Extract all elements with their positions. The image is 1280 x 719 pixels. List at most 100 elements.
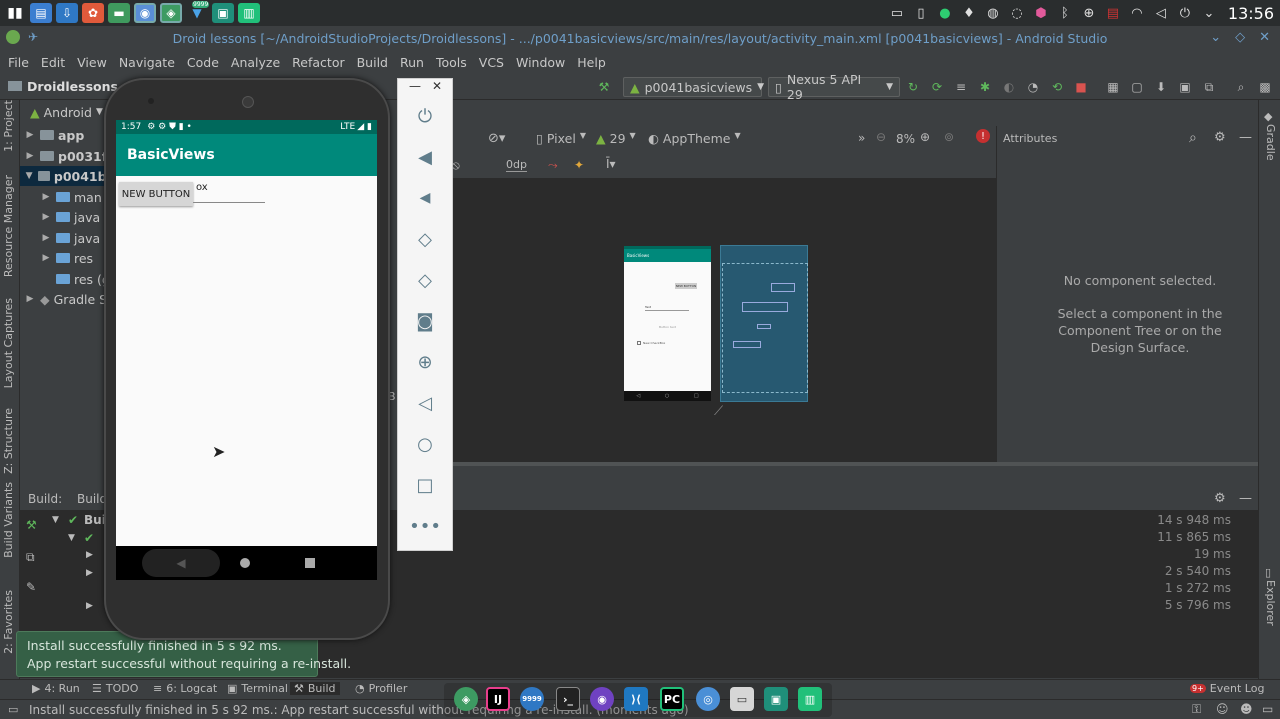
hide-panel-icon[interactable]: —	[1239, 491, 1252, 506]
clear-constraints-icon[interactable]: ⤳	[548, 158, 558, 173]
run-config-select[interactable]: ▲ p0041basicviews ▼	[623, 77, 764, 97]
files-icon[interactable]: ▤	[30, 3, 52, 23]
search-icon[interactable]: ⌕	[1189, 130, 1197, 146]
recents-icon[interactable]	[305, 558, 315, 568]
orientation-icon[interactable]: ⊘▾	[488, 131, 505, 146]
media-player-icon[interactable]: ◉	[590, 687, 614, 711]
collapse-icon[interactable]: ▼	[68, 533, 75, 543]
expand-icon[interactable]: ▶	[86, 601, 93, 611]
tab-device-file-explorer[interactable]: Device File Explorer	[1264, 580, 1280, 680]
tree-item-gradle-scripts[interactable]: ▶ ◆ Gradle S	[24, 289, 108, 309]
tree-item-java-generated[interactable]: ▶ java (	[40, 228, 110, 248]
tab-run[interactable]: ▶ 4: Run	[32, 682, 80, 695]
tab-layout-captures[interactable]: Layout Captures	[2, 298, 15, 388]
tab-build[interactable]: ⚒ Build	[290, 682, 340, 695]
expand-icon[interactable]: ▶	[40, 192, 52, 202]
updates-icon[interactable]: 9999	[520, 687, 544, 711]
infer-constraints-icon[interactable]: ✦	[574, 158, 584, 172]
design-preview[interactable]: BasicViews NEW BUTTON Text Button text N…	[624, 246, 711, 401]
updates-icon[interactable]: ▼ 9999	[186, 1, 210, 23]
tab-structure[interactable]: Z: Structure	[2, 408, 15, 474]
screen-capture-icon[interactable]: ▣	[212, 3, 234, 23]
rotate-left-icon[interactable]: ◇	[412, 226, 438, 252]
sync-gradle-icon[interactable]: ▦	[1105, 79, 1121, 95]
view-options-icon[interactable]: ⦸	[452, 158, 460, 173]
expand-icon[interactable]: ▶	[24, 130, 36, 140]
gradle-icon[interactable]: ◆	[1264, 110, 1272, 123]
device-manager-icon[interactable]: ▣	[1177, 79, 1193, 95]
breadcrumb[interactable]: Droidlessons	[27, 79, 118, 94]
pin-icon[interactable]: ✈	[28, 31, 38, 43]
home-icon[interactable]: ○	[412, 431, 438, 457]
pycharm-green-icon[interactable]: ▥	[238, 3, 260, 23]
gear-icon[interactable]: ⚙	[1214, 491, 1226, 506]
gear-icon[interactable]: ⚙	[1214, 130, 1226, 145]
window-icon[interactable]: ▭	[888, 4, 906, 22]
clipboard-icon[interactable]: ▯	[912, 4, 930, 22]
menu-vcs[interactable]: VCS	[473, 55, 510, 70]
tab-logcat[interactable]: ≡ 6: Logcat	[153, 682, 217, 695]
menu-help[interactable]: Help	[571, 55, 612, 70]
tab-profiler[interactable]: ◔ Profiler	[355, 682, 407, 695]
device-preview-select[interactable]: ▯ Pixel ▼	[536, 131, 586, 146]
tab-todo[interactable]: ☰ TODO	[92, 682, 138, 695]
status-toggle-icon[interactable]: ▭	[8, 703, 18, 716]
expand-icon[interactable]: ▶	[24, 151, 36, 161]
photos-icon[interactable]: ✿	[82, 3, 104, 23]
volume-down-icon[interactable]: ◀	[412, 185, 438, 211]
menu-build[interactable]: Build	[351, 55, 394, 70]
stop-icon[interactable]: ■	[1073, 79, 1089, 95]
android-studio-icon[interactable]: ◈	[454, 687, 478, 711]
panel-splitter[interactable]	[440, 462, 1258, 466]
pycharm-icon[interactable]: PC	[660, 687, 684, 711]
android-studio-icon[interactable]: ◈	[160, 3, 182, 23]
menu-view[interactable]: View	[71, 55, 113, 70]
error-icon[interactable]: !	[976, 129, 990, 143]
back-icon[interactable]: ◀	[142, 549, 220, 577]
volume-up-icon[interactable]: ◀	[412, 144, 438, 170]
blueprint-preview[interactable]	[720, 245, 808, 402]
maximize-icon[interactable]: ◇	[1235, 30, 1245, 45]
zoom-fit-icon[interactable]: ⊚	[944, 130, 954, 144]
updates-tray-icon[interactable]: ⊕	[1080, 4, 1098, 22]
expand-icon[interactable]: ▶	[86, 568, 93, 578]
expand-icon[interactable]: ▶	[86, 550, 93, 560]
tree-item-java[interactable]: ▶ java	[40, 207, 101, 227]
apply-code-changes-icon[interactable]: ⟳	[929, 79, 945, 95]
menu-refactor[interactable]: Refactor	[286, 55, 350, 70]
theme-select[interactable]: ◐ AppTheme ▼	[648, 131, 741, 146]
bluetooth-icon[interactable]: ᛒ	[1056, 4, 1074, 22]
menu-edit[interactable]: Edit	[35, 55, 71, 70]
power-icon[interactable]: ⏻	[1176, 4, 1194, 22]
files-icon[interactable]: ▭	[730, 687, 754, 711]
resize-handle-icon[interactable]: ⟋	[714, 404, 723, 419]
expand-icon[interactable]: ▶	[40, 253, 52, 263]
terminal-icon[interactable]: ›_	[556, 687, 580, 711]
download-icon[interactable]: ⇩	[56, 3, 78, 23]
minimize-emulator-icon[interactable]: —	[409, 79, 421, 93]
avatar-icon[interactable]: ◍	[984, 4, 1002, 22]
folder-icon[interactable]: ▬	[108, 3, 130, 23]
expand-icon[interactable]: ▶	[40, 233, 52, 243]
align-icon[interactable]: Ī▾	[606, 157, 616, 171]
assistant-icon[interactable]: ▩	[1257, 79, 1273, 95]
collapse-icon[interactable]: ▼	[24, 171, 34, 181]
intellij-icon[interactable]: IJ	[486, 687, 510, 711]
tab-favorites[interactable]: 2: Favorites	[2, 590, 15, 654]
vscode-icon[interactable]: ⟩⟨	[624, 687, 648, 711]
layout-inspector-icon[interactable]: ⧉	[1201, 79, 1217, 95]
phone-icon[interactable]: ▯	[1265, 566, 1271, 579]
mic-icon[interactable]: ♦	[960, 4, 978, 22]
profile-icon[interactable]: ◔	[1025, 79, 1041, 95]
chromium-icon[interactable]: ◎	[696, 687, 720, 711]
emulator-new-button[interactable]: NEW BUTTON	[119, 182, 193, 206]
tree-item-res-generated[interactable]: res (g	[52, 269, 110, 289]
zoom-in-icon[interactable]: ⊕	[920, 130, 930, 144]
tree-item-app[interactable]: ▶ app	[24, 125, 85, 145]
menu-navigate[interactable]: Navigate	[113, 55, 181, 70]
pycharm-green-icon[interactable]: ▥	[798, 687, 822, 711]
zoom-out-icon[interactable]: ⊖	[876, 130, 886, 144]
rerun-icon[interactable]: ⚒	[26, 518, 37, 532]
camera-icon[interactable]: ◙	[412, 308, 438, 334]
home-icon[interactable]	[240, 558, 250, 568]
